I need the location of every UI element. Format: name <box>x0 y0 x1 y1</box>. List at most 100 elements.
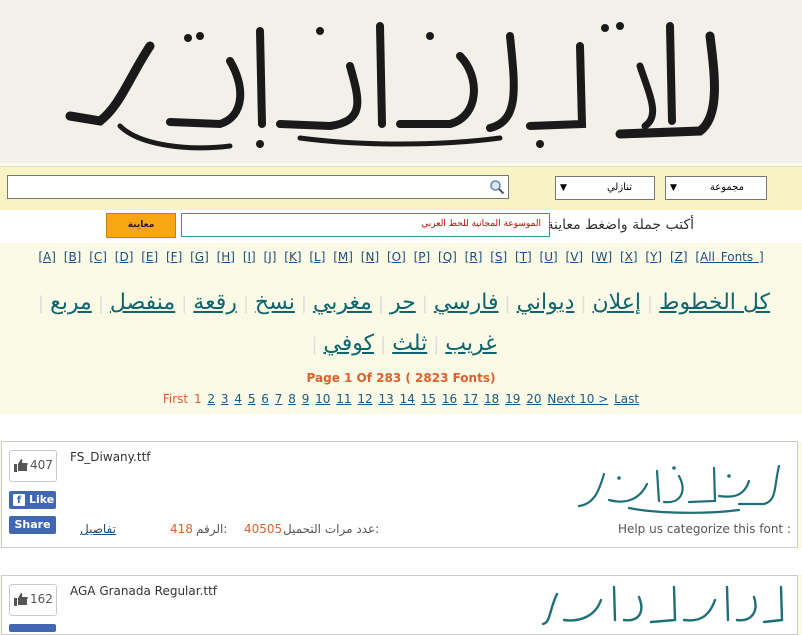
search-input[interactable] <box>11 177 485 199</box>
page-link[interactable]: 8 <box>288 392 296 406</box>
category-link[interactable]: كوفي <box>323 331 374 356</box>
alphabet-link[interactable]: [L] <box>309 250 325 264</box>
font-sample-image[interactable] <box>539 582 789 627</box>
alphabet-link[interactable]: [X] <box>620 250 638 264</box>
alphabet-link[interactable]: [N] <box>361 250 379 264</box>
category-separator: | <box>181 293 188 314</box>
alphabet-link[interactable]: [P] <box>414 250 431 264</box>
alphabet-link[interactable]: [V] <box>566 250 584 264</box>
category-link[interactable]: ثلث <box>392 331 427 356</box>
page-link[interactable]: 9 <box>302 392 310 406</box>
alphabet-link[interactable]: [J] <box>264 250 277 264</box>
page-link[interactable]: 20 <box>526 392 541 406</box>
like-count-box[interactable]: 162 <box>9 584 57 616</box>
page-link[interactable]: 7 <box>275 392 283 406</box>
group-select[interactable]: مجموعة ▼ <box>665 176 767 200</box>
alphabet-link[interactable]: [Z] <box>670 250 688 264</box>
category-separator: | <box>647 293 654 314</box>
category-link[interactable]: منفصل <box>110 290 175 315</box>
sort-order-select[interactable]: تنازلي ▼ <box>555 176 655 200</box>
page-link[interactable]: 2 <box>207 392 215 406</box>
alphabet-link[interactable]: [U] <box>540 250 558 264</box>
facebook-icon: f <box>13 494 25 506</box>
page-link[interactable]: 5 <box>248 392 256 406</box>
font-number-value: 418 <box>170 522 193 536</box>
category-link[interactable]: حر <box>390 290 416 315</box>
category-link[interactable]: رقعة <box>193 290 237 315</box>
page-link[interactable]: 14 <box>400 392 415 406</box>
alphabet-link[interactable]: [Q] <box>438 250 457 264</box>
spacer <box>0 548 802 575</box>
alphabet-link[interactable]: [F] <box>166 250 182 264</box>
like-count-box[interactable]: 407 <box>9 450 57 482</box>
category-separator: | <box>377 293 385 314</box>
font-filename[interactable]: AGA Granada Regular.ttf <box>70 584 217 598</box>
page-link[interactable]: 13 <box>379 392 394 406</box>
page-link[interactable]: 15 <box>421 392 436 406</box>
alphabet-link[interactable]: [R] <box>465 250 483 264</box>
preview-button[interactable]: معاينة <box>106 213 176 238</box>
category-link[interactable]: إعلان <box>593 290 642 315</box>
facebook-share-button[interactable]: Share <box>9 516 56 534</box>
alphabet-link[interactable]: [K] <box>284 250 301 264</box>
page-link[interactable]: 10 <box>315 392 330 406</box>
category-link[interactable]: كل الخطوط <box>659 290 770 315</box>
search-field[interactable] <box>7 175 509 199</box>
page-link[interactable]: 17 <box>463 392 478 406</box>
preview-label: أكتب جملة واضغط معاينة <box>546 217 695 233</box>
category-link[interactable]: مغربي <box>313 290 372 315</box>
alphabet-link[interactable]: [I] <box>243 250 256 264</box>
calligraphy-logo <box>65 22 719 151</box>
alphabet-link[interactable]: [E] <box>141 250 158 264</box>
category-separator: | <box>97 293 104 314</box>
last-page-link[interactable]: Last <box>614 392 639 406</box>
page-link[interactable]: 12 <box>357 392 372 406</box>
alphabet-link[interactable]: [Y] <box>645 250 662 264</box>
details-link[interactable]: تفاصيل <box>80 522 116 536</box>
like-count: 162 <box>30 592 53 606</box>
like-label: Like <box>29 493 55 506</box>
pagination: First 1 2 3 4 5 6 7 8 9 10 11 12 13 14 1… <box>0 392 802 406</box>
page-link[interactable]: 18 <box>484 392 499 406</box>
alphabet-link[interactable]: [D] <box>115 250 134 264</box>
page-link[interactable]: 11 <box>336 392 351 406</box>
facebook-like-button[interactable] <box>9 624 56 632</box>
alphabet-link[interactable]: [B] <box>64 250 82 264</box>
page-link[interactable]: 6 <box>261 392 269 406</box>
page-link[interactable]: 16 <box>442 392 457 406</box>
page-link[interactable]: 19 <box>505 392 520 406</box>
alphabet-link[interactable]: [All Fonts ] <box>695 250 763 264</box>
category-link[interactable]: غريب <box>445 331 496 356</box>
alphabet-link[interactable]: [M] <box>333 250 353 264</box>
alphabet-link[interactable]: [T] <box>515 250 532 264</box>
category-link[interactable]: نسخ <box>255 290 295 315</box>
page-link[interactable]: 4 <box>234 392 242 406</box>
search-icon[interactable] <box>489 179 505 195</box>
preview-text-input[interactable]: الموسوعة المجانية للخط العربي <box>181 213 550 237</box>
page-link[interactable]: 3 <box>221 392 229 406</box>
alphabet-link[interactable]: [S] <box>490 250 507 264</box>
alphabet-link[interactable]: [G] <box>190 250 209 264</box>
chevron-down-icon: ▼ <box>560 183 567 193</box>
category-separator: | <box>433 334 440 355</box>
category-separator: | <box>421 293 428 314</box>
font-sample-image[interactable] <box>569 456 789 516</box>
font-filename[interactable]: FS_Diwany.ttf <box>70 450 151 464</box>
thumbs-up-icon <box>14 459 28 472</box>
alphabet-link[interactable]: [H] <box>217 250 235 264</box>
next-page-link[interactable]: Next 10 > <box>547 392 608 406</box>
site-banner <box>0 0 802 163</box>
facebook-like-button[interactable]: f Like <box>9 491 56 509</box>
category-link[interactable]: مربع <box>50 290 92 315</box>
category-nav: كل الخطوط|إعلان|ديواني|فارسي|حر|مغربي|نس… <box>0 283 802 365</box>
alphabet-nav: [A] [B] [C] [D] [E] [F] [G] [H] [I] [J] … <box>0 250 802 264</box>
alphabet-link[interactable]: [O] <box>387 250 406 264</box>
alphabet-link[interactable]: [A] <box>38 250 56 264</box>
first-page-link[interactable]: First <box>163 392 188 406</box>
category-link[interactable]: فارسي <box>434 290 499 315</box>
alphabet-link[interactable]: [C] <box>89 250 107 264</box>
alphabet-link[interactable]: [W] <box>591 250 612 264</box>
category-link[interactable]: ديواني <box>517 290 575 315</box>
current-page: 1 <box>193 392 202 406</box>
download-count-label: عدد مرات التحميل: <box>283 522 380 536</box>
